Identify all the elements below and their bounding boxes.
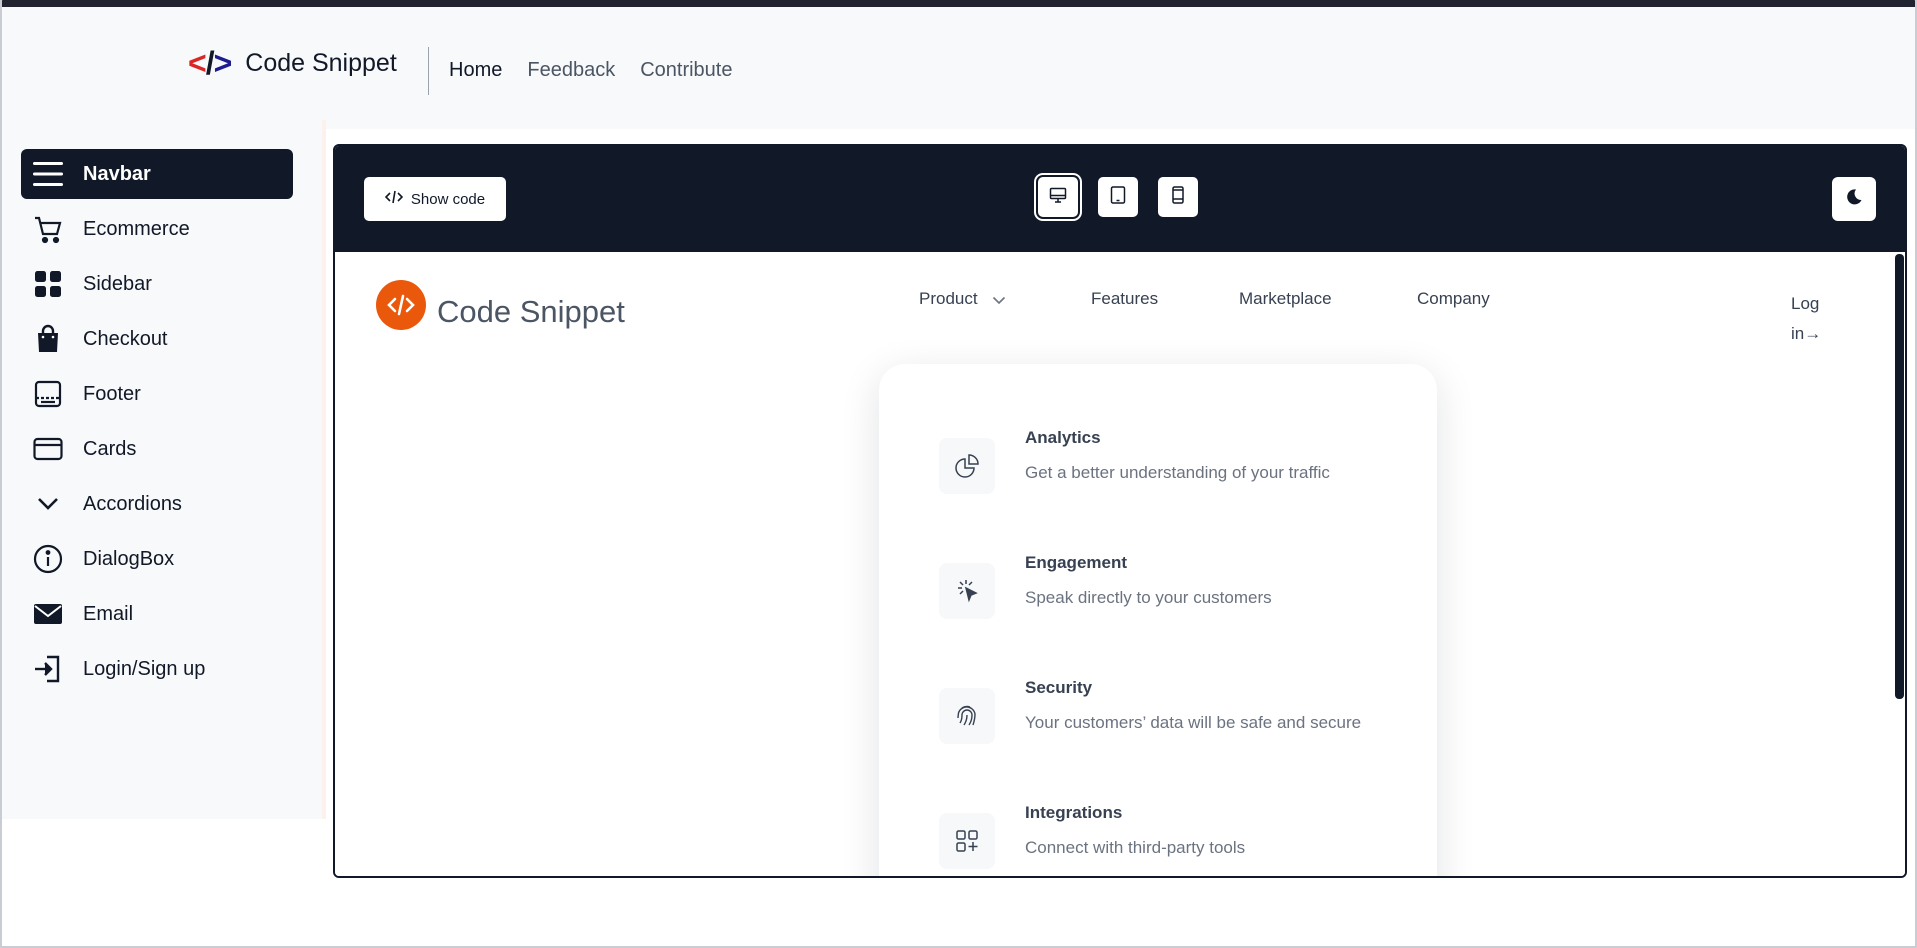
sidebar-edge [322, 120, 326, 819]
header-divider [428, 47, 429, 95]
preview-nav-company[interactable]: Company [1417, 289, 1490, 309]
login-label-line: in→ [1791, 324, 1822, 343]
brand-name: Code Snippet [245, 48, 397, 77]
login-icon [31, 652, 65, 686]
show-code-label: Show code [410, 190, 486, 208]
preview-login-link[interactable]: Log in→ [1791, 289, 1851, 349]
sidebar-item-label: Accordions [83, 492, 182, 515]
card-icon [31, 432, 65, 466]
mobile-icon [1172, 185, 1184, 209]
fingerprint-icon [939, 688, 995, 744]
sidebar-item-dialogbox[interactable]: DialogBox [21, 534, 293, 584]
code-logo-icon[interactable] [376, 280, 426, 330]
dropdown-item-title: Integrations [1025, 803, 1123, 822]
desktop-view-button[interactable] [1038, 177, 1078, 217]
info-icon [31, 542, 65, 576]
dropdown-item-description: Connect with third-party tools [1025, 838, 1246, 857]
sidebar-item-label: Footer [83, 382, 141, 405]
sidebar-item-accordions[interactable]: Accordions [21, 479, 293, 529]
dropdown-item-security[interactable]: Security Your customers’ data will be sa… [939, 678, 1419, 758]
sidebar-item-navbar[interactable]: Navbar [21, 149, 293, 199]
moon-icon [1845, 188, 1863, 211]
sidebar-item-login-signup[interactable]: Login/Sign up [21, 644, 293, 694]
dropdown-item-description: Speak directly to your customers [1025, 588, 1272, 607]
top-nav: Home Feedback Contribute [449, 59, 732, 82]
footer-icon [31, 377, 65, 411]
product-dropdown-menu: Analytics Get a better understanding of … [879, 364, 1437, 876]
sidebar-item-label: Email [83, 602, 134, 625]
dropdown-item-analytics[interactable]: Analytics Get a better understanding of … [939, 428, 1419, 508]
cursor-click-icon [939, 563, 995, 619]
dropdown-item-title: Analytics [1025, 428, 1101, 447]
squares-plus-icon [939, 813, 995, 869]
preview-panel: Show code Code Snippet Product Features … [333, 144, 1907, 878]
preview-toolbar: Show code [335, 146, 1905, 252]
tablet-view-button[interactable] [1098, 177, 1138, 217]
dropdown-item-title: Security [1025, 678, 1093, 697]
sidebar-item-cards[interactable]: Cards [21, 424, 293, 474]
nav-link-contribute[interactable]: Contribute [640, 59, 732, 82]
preview-nav-marketplace[interactable]: Marketplace [1239, 289, 1332, 309]
site-header: </> Code Snippet Home Feedback Contribut… [2, 7, 1915, 129]
preview-nav-product[interactable]: Product [919, 289, 1006, 310]
dropdown-item-description: Get a better understanding of your traff… [1025, 463, 1330, 482]
bag-icon [31, 322, 65, 356]
sidebar-item-email[interactable]: Email [21, 589, 293, 639]
cart-icon [31, 212, 65, 246]
theme-toggle-button[interactable] [1832, 177, 1876, 221]
grid-icon [31, 267, 65, 301]
dropdown-item-integrations[interactable]: Integrations Connect with third-party to… [939, 803, 1419, 876]
sidebar-item-ecommerce[interactable]: Ecommerce [21, 204, 293, 254]
show-code-button[interactable]: Show code [364, 177, 506, 221]
preview-nav-label: Product [919, 289, 978, 308]
sidebar-item-label: Login/Sign up [83, 657, 206, 680]
chevron-down-icon [31, 487, 65, 521]
sidebar-item-label: Checkout [83, 327, 168, 350]
nav-link-home[interactable]: Home [449, 59, 502, 82]
dropdown-item-description: Your customers’ data will be safe and se… [1025, 713, 1362, 732]
preview-brand-name: Code Snippet [437, 294, 625, 329]
dropdown-item-engagement[interactable]: Engagement Speak directly to your custom… [939, 553, 1419, 633]
sidebar-item-label: Cards [83, 437, 137, 460]
dropdown-item-title: Engagement [1025, 553, 1128, 572]
code-brackets-logo-icon: </> [188, 45, 232, 81]
window-top-border [0, 0, 1917, 7]
sidebar-item-label: Ecommerce [83, 217, 190, 240]
login-label-line: Log [1791, 294, 1820, 313]
sidebar-item-checkout[interactable]: Checkout [21, 314, 293, 364]
preview-nav-features[interactable]: Features [1091, 289, 1158, 309]
preview-scrollbar[interactable] [1895, 254, 1904, 699]
sidebar-item-label: DialogBox [83, 547, 175, 570]
sidebar-item-label: Navbar [83, 162, 151, 185]
sidebar-item-label: Sidebar [83, 272, 152, 295]
tablet-icon [1110, 185, 1126, 209]
mobile-view-button[interactable] [1158, 177, 1198, 217]
mail-icon [31, 597, 65, 631]
chevron-down-icon [992, 290, 1006, 310]
menu-icon [31, 157, 65, 191]
code-icon [384, 190, 404, 208]
sidebar-item-footer[interactable]: Footer [21, 369, 293, 419]
sidebar-item-sidebar[interactable]: Sidebar [21, 259, 293, 309]
preview-content: Code Snippet Product Features Marketplac… [335, 252, 1905, 876]
nav-link-feedback[interactable]: Feedback [527, 59, 615, 82]
desktop-icon [1049, 187, 1067, 208]
pie-chart-icon [939, 438, 995, 494]
brand[interactable]: </> Code Snippet [188, 47, 397, 79]
